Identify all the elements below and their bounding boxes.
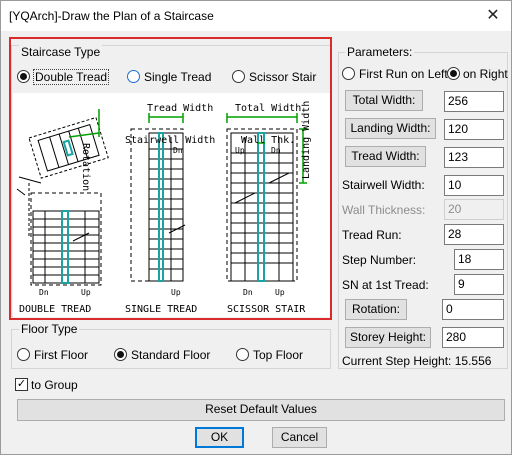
tread-run-label: Tread Run: xyxy=(342,228,402,242)
tread-run-input[interactable]: 28 xyxy=(444,224,504,245)
label-up-single: Up xyxy=(171,288,181,297)
label-up-scissor-top: Up xyxy=(235,146,245,155)
label-standard-floor[interactable]: Standard Floor xyxy=(131,348,210,362)
staircase-diagram: Rotation Tread Width Stairwell Width Tot… xyxy=(13,93,330,317)
staircase-dialog: [YQArch]-Draw the Plan of a Staircase ✕ … xyxy=(0,0,512,455)
landing-width-input[interactable]: 120 xyxy=(444,119,504,140)
window-title: [YQArch]-Draw the Plan of a Staircase xyxy=(9,9,214,23)
title-bar: [YQArch]-Draw the Plan of a Staircase ✕ xyxy=(1,1,511,31)
close-button[interactable]: ✕ xyxy=(475,1,511,31)
current-step-height: Current Step Height: 15.556 xyxy=(342,354,492,368)
ok-button[interactable]: OK xyxy=(195,427,244,448)
label-first-run-left[interactable]: First Run on Left xyxy=(359,67,448,81)
total-width-input[interactable]: 256 xyxy=(444,91,504,112)
label-single-tread[interactable]: Single Tread xyxy=(144,70,211,84)
step-number-label: Step Number: xyxy=(342,253,417,267)
wall-thickness-input: 20 xyxy=(444,199,504,220)
label-first-floor[interactable]: First Floor xyxy=(34,348,88,362)
rotation-button[interactable]: Rotation: xyxy=(345,299,407,320)
to-group-label[interactable]: to Group xyxy=(31,378,78,392)
label-first-run-right[interactable]: on Right xyxy=(463,67,508,81)
radio-top-floor[interactable] xyxy=(236,348,249,361)
tread-width-input[interactable]: 123 xyxy=(444,147,504,168)
sn-first-tread-input[interactable]: 9 xyxy=(454,274,504,295)
label-rotation: Rotation xyxy=(80,143,91,191)
rotation-input[interactable]: 0 xyxy=(442,299,504,320)
label-up-double: Up xyxy=(81,288,91,297)
stairwell-width-input[interactable]: 10 xyxy=(444,175,504,196)
label-wall-thk: Wall Thk. xyxy=(241,135,295,146)
step-number-input[interactable]: 18 xyxy=(454,249,504,270)
radio-standard-floor[interactable] xyxy=(114,348,127,361)
caption-double-tread: DOUBLE TREAD xyxy=(19,304,91,315)
label-double-tread[interactable]: Double Tread xyxy=(33,69,110,85)
staircase-diagram-svg: Rotation Tread Width Stairwell Width Tot… xyxy=(16,101,312,315)
label-total-width: Total Width xyxy=(235,103,301,114)
label-scissor-stair[interactable]: Scissor Stair xyxy=(249,70,316,84)
label-dn-scissor-top: Dn xyxy=(271,146,281,155)
label-dn-scissor-bottom: Dn xyxy=(243,288,253,297)
reset-default-values-button[interactable]: Reset Default Values xyxy=(17,399,505,421)
floor-type-title: Floor Type xyxy=(19,322,80,336)
storey-height-button[interactable]: Storey Height: xyxy=(345,327,431,348)
storey-height-input[interactable]: 280 xyxy=(442,327,504,348)
caption-single-tread: SINGLE TREAD xyxy=(125,304,197,315)
label-stairwell-width: Stairwell Width xyxy=(125,135,215,146)
label-up-scissor-bottom: Up xyxy=(275,288,285,297)
staircase-type-title: Staircase Type xyxy=(19,45,103,59)
radio-double-tread[interactable] xyxy=(17,70,30,83)
radio-single-tread[interactable] xyxy=(127,70,140,83)
stairwell-width-label: Stairwell Width: xyxy=(342,178,425,192)
label-landing-width: Landing Width xyxy=(301,101,312,179)
wall-thickness-label: Wall Thickness: xyxy=(342,203,426,217)
to-group-checkbox[interactable]: ✓ xyxy=(15,378,28,391)
label-tread-width: Tread Width xyxy=(147,103,213,114)
radio-scissor-stair[interactable] xyxy=(232,70,245,83)
label-dn-double: Dn xyxy=(39,288,49,297)
tread-width-button[interactable]: Tread Width: xyxy=(345,146,426,167)
radio-first-run-right[interactable] xyxy=(447,67,460,80)
sn-first-tread-label: SN at 1st Tread: xyxy=(342,278,429,292)
parameters-title: Parameters: xyxy=(345,45,415,59)
label-top-floor[interactable]: Top Floor xyxy=(253,348,303,362)
radio-first-floor[interactable] xyxy=(17,348,30,361)
landing-width-button[interactable]: Landing Width: xyxy=(345,118,436,139)
cancel-button[interactable]: Cancel xyxy=(272,427,327,448)
label-dn-single: Dn xyxy=(173,146,183,155)
caption-scissor-stair: SCISSOR STAIR xyxy=(227,304,306,315)
total-width-button[interactable]: Total Width: xyxy=(345,90,423,111)
radio-first-run-left[interactable] xyxy=(342,67,355,80)
